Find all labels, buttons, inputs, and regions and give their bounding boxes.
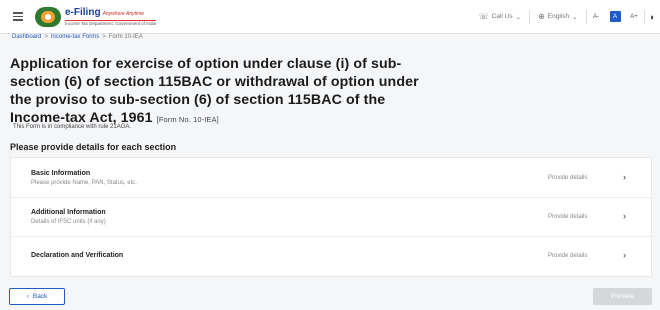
- section-row-declaration-and-verification[interactable]: Declaration and Verification Provide det…: [11, 236, 651, 275]
- globe-icon: ⊕: [538, 12, 545, 21]
- provide-details-link[interactable]: Provide details: [548, 175, 587, 181]
- compliance-note: This Form is in compliance with rule 21A…: [13, 124, 132, 130]
- efiling-logo[interactable]: e-Filing Anywhere Anytime Income Tax Depa…: [35, 6, 156, 28]
- contrast-icon[interactable]: ◑: [649, 12, 654, 22]
- brand-tagline: Anywhere Anytime: [102, 10, 145, 17]
- emblem-icon: [35, 7, 61, 27]
- section-title: Additional Information: [31, 209, 106, 216]
- divider: [643, 9, 645, 24]
- section-row-additional-information[interactable]: Additional Information Details of IFSC u…: [11, 197, 651, 237]
- font-normal-button[interactable]: A: [609, 11, 621, 22]
- breadcrumb: Dashboard > Income-tax Forms > Form 10-IEA: [12, 34, 143, 40]
- chevron-right-icon[interactable]: ›: [623, 211, 626, 221]
- brand-subtitle: Income Tax Department, Government of Ind…: [65, 19, 156, 26]
- language-label: English: [547, 13, 570, 20]
- back-button[interactable]: ‹ Back: [9, 288, 65, 305]
- chevron-right-icon[interactable]: ›: [623, 172, 626, 182]
- language-dropdown[interactable]: ⊕ English ⌄: [530, 12, 585, 21]
- breadcrumb-current: Form 10-IEA: [108, 34, 143, 40]
- provide-details-link[interactable]: Provide details: [548, 214, 587, 220]
- chevron-right-icon[interactable]: ›: [623, 250, 626, 260]
- section-subtitle: Details of IFSC units (if any): [31, 219, 106, 225]
- section-title: Declaration and Verification: [31, 252, 124, 259]
- form-number: [Form No. 10-IEA]: [156, 115, 219, 124]
- back-label: Back: [32, 293, 48, 300]
- page-title: Application for exercise of option under…: [10, 55, 430, 129]
- section-row-basic-information[interactable]: Basic Information Please provide Name, P…: [11, 158, 651, 198]
- phone-icon: ☏: [478, 12, 489, 21]
- sections-card: Basic Information Please provide Name, P…: [10, 157, 652, 277]
- preview-button[interactable]: Preview: [593, 288, 652, 305]
- breadcrumb-income-tax-forms[interactable]: Income-tax Forms: [51, 34, 99, 40]
- section-subtitle: Please provide Name, PAN, Status, etc.: [31, 180, 137, 186]
- section-title: Basic Information: [31, 170, 91, 177]
- section-heading: Please provide details for each section: [10, 142, 177, 152]
- divider: [585, 9, 587, 24]
- call-us-label: Call Us: [491, 13, 513, 20]
- chevron-left-icon: ‹: [26, 293, 29, 300]
- chevron-down-icon: ⌄: [572, 13, 578, 21]
- brand-title: e-Filing: [65, 6, 101, 18]
- provide-details-link[interactable]: Provide details: [548, 253, 587, 259]
- font-increase-button[interactable]: A+: [629, 11, 640, 22]
- chevron-down-icon: ⌄: [515, 13, 522, 21]
- font-decrease-button[interactable]: A-: [591, 11, 602, 22]
- breadcrumb-dashboard[interactable]: Dashboard: [12, 34, 41, 40]
- top-header: e-Filing Anywhere Anytime Income Tax Depa…: [0, 0, 660, 34]
- hamburger-menu-icon[interactable]: [13, 12, 23, 21]
- call-us-dropdown[interactable]: ☏ Call Us ⌄: [471, 12, 529, 21]
